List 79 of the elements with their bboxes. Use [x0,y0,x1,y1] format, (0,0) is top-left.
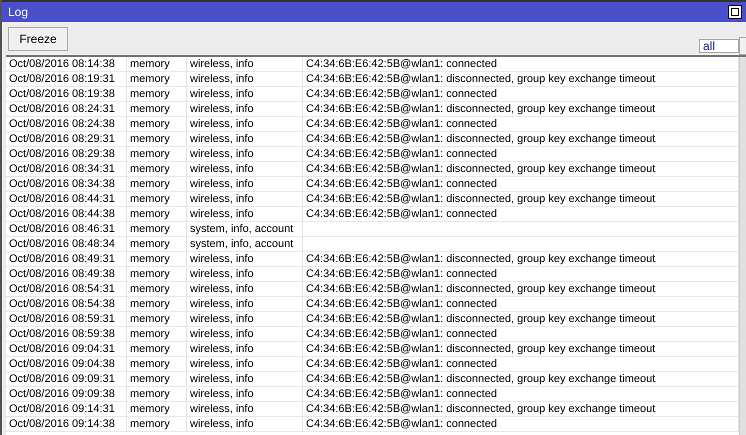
table-cell: memory [127,86,187,102]
table-cell: Oct/08/2016 08:29:31 [6,132,127,146]
table-cell: wireless, info [187,86,303,102]
table-cell: Oct/08/2016 08:34:31 [6,162,127,176]
window-title: Log [8,5,30,19]
table-cell: wireless, info [187,416,303,432]
table-cell: wireless, info [187,296,303,312]
table-cell: wireless, info [187,326,303,342]
table-cell: memory [127,416,187,432]
table-cell: memory [127,326,187,342]
table-cell: Oct/08/2016 08:44:31 [6,192,127,206]
table-cell: wireless, info [187,162,303,176]
table-cell: wireless, info [187,386,303,402]
table-cell: memory [127,266,187,282]
table-cell: Oct/08/2016 08:48:34 [6,236,127,252]
table-cell: wireless, info [187,146,303,162]
table-cell: wireless, info [187,132,303,146]
table-cell: Oct/08/2016 09:14:31 [6,402,127,416]
table-cell: wireless, info [187,356,303,372]
table-cell: Oct/08/2016 08:54:31 [6,282,127,296]
table-cell: memory [127,282,187,296]
table-cell: wireless, info [187,192,303,206]
table-cell: memory [127,252,187,266]
table-cell: memory [127,176,187,192]
table-cell: Oct/08/2016 08:14:38 [6,57,127,72]
table-cell: wireless, info [187,342,303,356]
table-cell: Oct/08/2016 08:59:31 [6,312,127,326]
table-cell: memory [127,372,187,386]
table-cell: memory [127,146,187,162]
table-cell: Oct/08/2016 08:59:38 [6,326,127,342]
table-cell: Oct/08/2016 08:49:31 [6,252,127,266]
table-cell: Oct/08/2016 08:34:38 [6,176,127,192]
table-cell: memory [127,57,187,72]
table-cell: memory [127,386,187,402]
table-cell: wireless, info [187,266,303,282]
table-cell: memory [127,132,187,146]
table-cell: Oct/08/2016 08:49:38 [6,266,127,282]
table-cell: Oct/08/2016 08:44:38 [6,206,127,222]
table-cell: wireless, info [187,116,303,132]
table-cell: Oct/08/2016 09:04:38 [6,356,127,372]
table-cell: Oct/08/2016 08:24:38 [6,116,127,132]
table-cell: system, info, account [187,222,303,236]
table-cell: memory [127,72,187,86]
table-cell: Oct/08/2016 09:04:31 [6,342,127,356]
table-cell: memory [127,192,187,206]
table-cell: memory [127,236,187,252]
table-cell: Oct/08/2016 09:09:38 [6,386,127,402]
table-cell: wireless, info [187,282,303,296]
table-cell: wireless, info [187,72,303,86]
table-cell: memory [127,342,187,356]
table-cell: memory [127,102,187,116]
table-cell: memory [127,402,187,416]
table-cell: wireless, info [187,206,303,222]
table-cell: wireless, info [187,102,303,116]
table-cell: Oct/08/2016 08:19:38 [6,86,127,102]
table-cell: Oct/08/2016 08:54:38 [6,296,127,312]
table-cell: Oct/08/2016 09:14:38 [6,416,127,432]
table-cell: Oct/08/2016 08:24:31 [6,102,127,116]
table-cell: memory [127,116,187,132]
table-cell: wireless, info [187,312,303,326]
maximize-icon[interactable] [728,5,742,19]
table-cell: Oct/08/2016 08:19:31 [6,72,127,86]
table-cell: wireless, info [187,252,303,266]
table-cell: memory [127,356,187,372]
table-cell: wireless, info [187,402,303,416]
table-cell: wireless, info [187,57,303,72]
table-cell: Oct/08/2016 08:46:31 [6,222,127,236]
filter-field[interactable]: all [699,38,739,52]
table-cell: memory [127,162,187,176]
table-cell: system, info, account [187,236,303,252]
table-cell: memory [127,312,187,326]
table-cell: memory [127,296,187,312]
table-cell: wireless, info [187,176,303,192]
table-cell: Oct/08/2016 08:29:38 [6,146,127,162]
table-cell: memory [127,206,187,222]
table-cell: memory [127,222,187,236]
freeze-button[interactable]: Freeze [8,26,68,50]
table-cell: Oct/08/2016 09:09:31 [6,372,127,386]
table-cell: wireless, info [187,372,303,386]
